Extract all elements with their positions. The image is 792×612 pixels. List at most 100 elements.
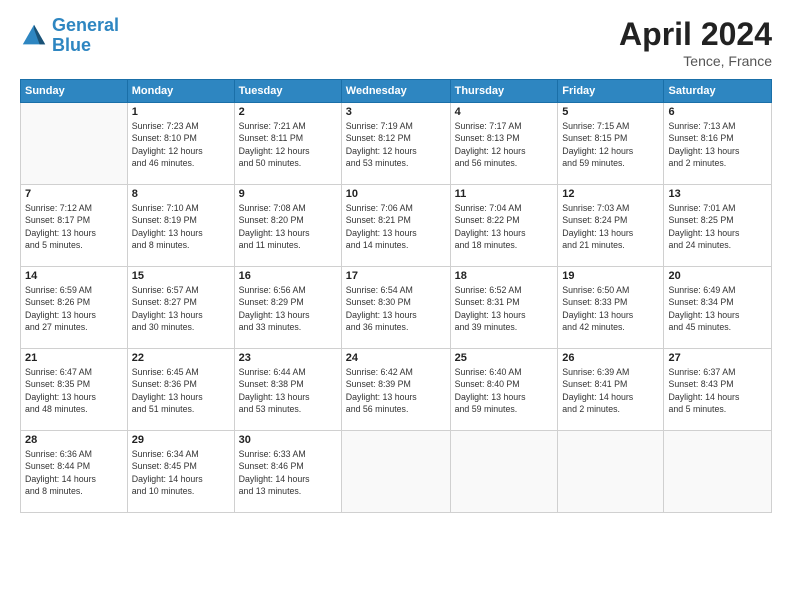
day-number: 5 (562, 106, 659, 118)
calendar-week-row: 28 Sunrise: 6:36 AM Sunset: 8:44 PM Dayli… (21, 431, 772, 513)
col-tuesday: Tuesday (234, 80, 341, 103)
day-number: 8 (132, 188, 230, 200)
day-info: Sunrise: 6:49 AM Sunset: 8:34 PM Dayligh… (668, 284, 767, 333)
day-info: Sunrise: 6:33 AM Sunset: 8:46 PM Dayligh… (239, 448, 337, 497)
day-info: Sunrise: 6:44 AM Sunset: 8:38 PM Dayligh… (239, 366, 337, 415)
day-info: Sunrise: 6:36 AM Sunset: 8:44 PM Dayligh… (25, 448, 123, 497)
day-number: 14 (25, 270, 123, 282)
day-info: Sunrise: 6:50 AM Sunset: 8:33 PM Dayligh… (562, 284, 659, 333)
day-number: 2 (239, 106, 337, 118)
day-info: Sunrise: 6:40 AM Sunset: 8:40 PM Dayligh… (455, 366, 554, 415)
day-info: Sunrise: 7:06 AM Sunset: 8:21 PM Dayligh… (346, 202, 446, 251)
day-info: Sunrise: 6:42 AM Sunset: 8:39 PM Dayligh… (346, 366, 446, 415)
col-sunday: Sunday (21, 80, 128, 103)
table-row (450, 431, 558, 513)
table-row: 27Sunrise: 6:37 AM Sunset: 8:43 PM Dayli… (664, 349, 772, 431)
table-row: 28 Sunrise: 6:36 AM Sunset: 8:44 PM Dayli… (21, 431, 128, 513)
day-number: 24 (346, 352, 446, 364)
day-number: 12 (562, 188, 659, 200)
day-number: 18 (455, 270, 554, 282)
day-number: 6 (668, 106, 767, 118)
day-number: 26 (562, 352, 659, 364)
table-row: 6 Sunrise: 7:13 AM Sunset: 8:16 PM Daylig… (664, 103, 772, 185)
table-row: 12 Sunrise: 7:03 AM Sunset: 8:24 PM Dayli… (558, 185, 664, 267)
day-info: Sunrise: 6:54 AM Sunset: 8:30 PM Dayligh… (346, 284, 446, 333)
table-row: 5Sunrise: 7:15 AM Sunset: 8:15 PM Daylig… (558, 103, 664, 185)
table-row: 4Sunrise: 7:17 AM Sunset: 8:13 PM Daylig… (450, 103, 558, 185)
day-number: 21 (25, 352, 123, 364)
table-row (21, 103, 128, 185)
table-row: 17 Sunrise: 6:54 AM Sunset: 8:30 PM Dayli… (341, 267, 450, 349)
table-row: 19 Sunrise: 6:50 AM Sunset: 8:33 PM Dayli… (558, 267, 664, 349)
col-thursday: Thursday (450, 80, 558, 103)
day-info: Sunrise: 7:08 AM Sunset: 8:20 PM Dayligh… (239, 202, 337, 251)
day-info: Sunrise: 7:13 AM Sunset: 8:16 PM Dayligh… (668, 120, 767, 169)
day-info: Sunrise: 6:34 AM Sunset: 8:45 PM Dayligh… (132, 448, 230, 497)
col-saturday: Saturday (664, 80, 772, 103)
calendar-week-row: 7 Sunrise: 7:12 AM Sunset: 8:17 PM Daylig… (21, 185, 772, 267)
day-number: 30 (239, 434, 337, 446)
day-number: 19 (562, 270, 659, 282)
col-wednesday: Wednesday (341, 80, 450, 103)
table-row: 9 Sunrise: 7:08 AM Sunset: 8:20 PM Daylig… (234, 185, 341, 267)
table-row: 26 Sunrise: 6:39 AM Sunset: 8:41 PM Dayli… (558, 349, 664, 431)
day-number: 10 (346, 188, 446, 200)
calendar-week-row: 1 Sunrise: 7:23 AM Sunset: 8:10 PM Daylig… (21, 103, 772, 185)
month-title: April 2024 (619, 16, 772, 53)
table-row: 18Sunrise: 6:52 AM Sunset: 8:31 PM Dayli… (450, 267, 558, 349)
col-monday: Monday (127, 80, 234, 103)
table-row (558, 431, 664, 513)
day-number: 15 (132, 270, 230, 282)
day-number: 9 (239, 188, 337, 200)
col-friday: Friday (558, 80, 664, 103)
day-number: 4 (455, 106, 554, 118)
day-number: 7 (25, 188, 123, 200)
day-number: 1 (132, 106, 230, 118)
day-info: Sunrise: 7:03 AM Sunset: 8:24 PM Dayligh… (562, 202, 659, 251)
logo-text: General Blue (52, 16, 119, 56)
day-number: 11 (455, 188, 554, 200)
table-row: 25 Sunrise: 6:40 AM Sunset: 8:40 PM Dayli… (450, 349, 558, 431)
logo-line2: Blue (52, 35, 91, 55)
table-row (664, 431, 772, 513)
day-number: 25 (455, 352, 554, 364)
day-number: 3 (346, 106, 446, 118)
day-info: Sunrise: 7:23 AM Sunset: 8:10 PM Dayligh… (132, 120, 230, 169)
day-info: Sunrise: 6:57 AM Sunset: 8:27 PM Dayligh… (132, 284, 230, 333)
day-info: Sunrise: 7:10 AM Sunset: 8:19 PM Dayligh… (132, 202, 230, 251)
day-number: 28 (25, 434, 123, 446)
table-row: 22 Sunrise: 6:45 AM Sunset: 8:36 PM Dayli… (127, 349, 234, 431)
day-info: Sunrise: 6:45 AM Sunset: 8:36 PM Dayligh… (132, 366, 230, 415)
title-block: April 2024 Tence, France (619, 16, 772, 69)
day-number: 17 (346, 270, 446, 282)
table-row: 21 Sunrise: 6:47 AM Sunset: 8:35 PM Dayli… (21, 349, 128, 431)
day-info: Sunrise: 7:19 AM Sunset: 8:12 PM Dayligh… (346, 120, 446, 169)
day-info: Sunrise: 6:39 AM Sunset: 8:41 PM Dayligh… (562, 366, 659, 415)
day-number: 29 (132, 434, 230, 446)
logo: General Blue (20, 16, 119, 56)
day-info: Sunrise: 7:12 AM Sunset: 8:17 PM Dayligh… (25, 202, 123, 251)
day-info: Sunrise: 6:47 AM Sunset: 8:35 PM Dayligh… (25, 366, 123, 415)
table-row: 10 Sunrise: 7:06 AM Sunset: 8:21 PM Dayli… (341, 185, 450, 267)
logo-icon (20, 22, 48, 50)
logo-line1: General (52, 15, 119, 35)
table-row (341, 431, 450, 513)
day-info: Sunrise: 6:59 AM Sunset: 8:26 PM Dayligh… (25, 284, 123, 333)
table-row: 1 Sunrise: 7:23 AM Sunset: 8:10 PM Daylig… (127, 103, 234, 185)
table-row: 15 Sunrise: 6:57 AM Sunset: 8:27 PM Dayli… (127, 267, 234, 349)
table-row: 13Sunrise: 7:01 AM Sunset: 8:25 PM Dayli… (664, 185, 772, 267)
table-row: 23Sunrise: 6:44 AM Sunset: 8:38 PM Dayli… (234, 349, 341, 431)
day-info: Sunrise: 6:37 AM Sunset: 8:43 PM Dayligh… (668, 366, 767, 415)
table-row: 24 Sunrise: 6:42 AM Sunset: 8:39 PM Dayli… (341, 349, 450, 431)
table-row: 29 Sunrise: 6:34 AM Sunset: 8:45 PM Dayli… (127, 431, 234, 513)
table-row: 11 Sunrise: 7:04 AM Sunset: 8:22 PM Dayli… (450, 185, 558, 267)
table-row: 20 Sunrise: 6:49 AM Sunset: 8:34 PM Dayli… (664, 267, 772, 349)
day-number: 13 (668, 188, 767, 200)
day-number: 22 (132, 352, 230, 364)
day-info: Sunrise: 7:04 AM Sunset: 8:22 PM Dayligh… (455, 202, 554, 251)
calendar-week-row: 21 Sunrise: 6:47 AM Sunset: 8:35 PM Dayli… (21, 349, 772, 431)
calendar-header-row: Sunday Monday Tuesday Wednesday Thursday… (21, 80, 772, 103)
location: Tence, France (619, 53, 772, 69)
table-row: 3 Sunrise: 7:19 AM Sunset: 8:12 PM Daylig… (341, 103, 450, 185)
day-number: 20 (668, 270, 767, 282)
